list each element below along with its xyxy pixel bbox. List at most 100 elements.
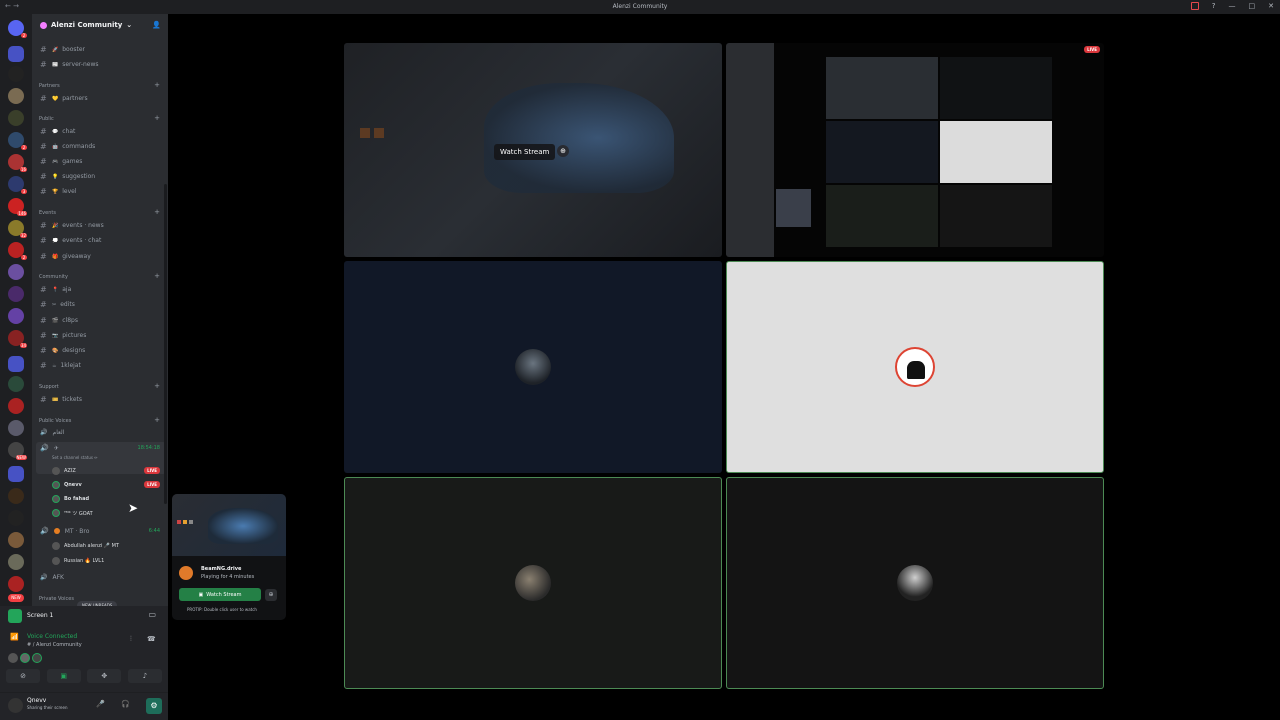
server-icon[interactable] xyxy=(8,554,24,570)
category-private-voices[interactable]: Private Voices xyxy=(39,596,74,602)
voice-user[interactable]: Bo fahad xyxy=(52,495,89,503)
server-folder-icon[interactable] xyxy=(8,356,24,372)
server-icon[interactable] xyxy=(8,420,24,436)
add-channel-icon[interactable]: + xyxy=(154,114,160,122)
channel-booster[interactable]: # 🚀 booster xyxy=(40,45,85,54)
voice-channel-general[interactable]: 🔊 العام xyxy=(40,429,64,436)
server-icon[interactable]: NEW xyxy=(8,442,27,460)
soundboard-button[interactable]: ♪ xyxy=(127,669,162,683)
voice-channel-afk[interactable]: 🔊 AFK xyxy=(40,574,64,581)
close-button[interactable]: ✕ xyxy=(1268,2,1274,10)
server-icon[interactable]: 34 xyxy=(8,330,27,348)
server-icon[interactable] xyxy=(8,532,24,548)
zoom-icon[interactable]: ⊕ xyxy=(265,589,277,601)
participant-tile-speaking[interactable] xyxy=(344,477,722,689)
server-icon[interactable]: 32 xyxy=(8,220,27,238)
server-icon[interactable]: 146 xyxy=(8,198,27,216)
participant-tile-speaking[interactable] xyxy=(726,261,1104,473)
maximize-button[interactable]: □ xyxy=(1249,2,1256,10)
category-community[interactable]: Community xyxy=(39,274,68,280)
camera-off-button[interactable]: ⊘ xyxy=(6,669,40,683)
voice-user[interactable]: Russian 🔥 LVL1 xyxy=(52,557,104,565)
noise-suppression-icon[interactable]: ⫶ xyxy=(130,635,132,644)
channel-scrollbar[interactable] xyxy=(164,184,167,504)
channel-games[interactable]: # 🎮 games xyxy=(40,157,82,166)
server-icon[interactable] xyxy=(8,488,24,504)
server-icon[interactable] xyxy=(8,510,24,526)
watch-stream-popup-button[interactable]: ▣ Watch Stream xyxy=(179,588,261,601)
channel-commands[interactable]: # 🤖 commands xyxy=(40,142,95,151)
channel-events-news[interactable]: # 🎉 events · news xyxy=(40,221,104,230)
voice-connected-sub[interactable]: # / Alenzi Community xyxy=(27,642,82,648)
voice-channel-mt-bro[interactable]: 🔊 MT · Bro xyxy=(40,527,89,535)
server-icon[interactable] xyxy=(8,110,24,126)
server-icon[interactable] xyxy=(8,376,24,392)
server-icon[interactable] xyxy=(8,286,24,302)
watch-stream-button[interactable]: Watch Stream xyxy=(494,144,556,160)
user-avatar[interactable] xyxy=(8,698,23,713)
channel-server-news[interactable]: # 📰 server-news xyxy=(40,60,99,69)
voice-user[interactable]: AZIZ xyxy=(52,467,76,475)
channel-aja[interactable]: # 📍 aja xyxy=(40,285,71,294)
category-support[interactable]: Support xyxy=(39,384,59,390)
server-icon[interactable]: 3 xyxy=(8,176,27,194)
voice-user[interactable]: Abdullah alenzi 🎤 MT xyxy=(52,542,119,550)
server-icon[interactable]: 2 xyxy=(8,242,27,260)
category-partners[interactable]: Partners xyxy=(39,83,60,89)
invite-people-icon[interactable]: 👤 xyxy=(152,21,161,29)
channel-cl8ps[interactable]: # 🎬 cl8ps xyxy=(40,316,78,325)
server-header[interactable]: Alenzi Community ⌄ 👤 xyxy=(32,14,168,36)
help-icon[interactable]: ? xyxy=(1212,2,1216,10)
channel-tickets[interactable]: # 🎫 tickets xyxy=(40,395,82,404)
channel-designs[interactable]: # 🎨 designs xyxy=(40,346,85,355)
channel-level[interactable]: # 🏆 level xyxy=(40,187,77,196)
channel-suggestion[interactable]: # 💡 suggestion xyxy=(40,172,95,181)
headphones-icon[interactable]: 🎧 xyxy=(121,700,130,708)
add-channel-icon[interactable]: + xyxy=(154,81,160,89)
stream-tile-qnevv[interactable]: LIVE xyxy=(726,43,1104,257)
minimize-button[interactable]: — xyxy=(1229,2,1236,10)
category-events[interactable]: Events xyxy=(39,210,56,216)
channel-giveaway[interactable]: # 🎁 giveaway xyxy=(40,252,91,261)
microphone-icon[interactable]: 🎤 xyxy=(96,700,105,708)
add-channel-icon[interactable]: + xyxy=(154,382,160,390)
server-icon[interactable] xyxy=(8,576,24,592)
voice-user[interactable]: Qnevv xyxy=(52,481,82,489)
screen-share-indicator-icon[interactable] xyxy=(1190,2,1199,10)
zoom-icon[interactable]: ⊕ xyxy=(557,145,569,157)
channel-pictures[interactable]: # 📷 pictures xyxy=(40,331,86,340)
stream-tile-aziz[interactable]: Watch Stream ⊕ xyxy=(344,43,722,257)
server-folder-icon[interactable] xyxy=(8,466,24,482)
channel-chat[interactable]: # 💬 chat xyxy=(40,127,75,136)
channel-1klejat[interactable]: # ☕ 1klejat xyxy=(40,361,81,370)
new-badge[interactable]: NEW xyxy=(8,594,24,602)
server-icon[interactable] xyxy=(8,88,24,104)
channel-events-chat[interactable]: # 💭 events · chat xyxy=(40,236,101,245)
screen-share-button[interactable]: ▣ xyxy=(46,669,81,683)
add-channel-icon[interactable]: + xyxy=(154,272,160,280)
twitch-server-icon[interactable] xyxy=(8,308,24,324)
server-icon[interactable]: 16 xyxy=(8,154,27,172)
stop-streaming-icon[interactable]: ▭ xyxy=(148,610,156,619)
settings-gear-icon[interactable]: ⚙ xyxy=(146,698,162,714)
participant-tile-speaking[interactable] xyxy=(726,477,1104,689)
participant-tile[interactable] xyxy=(344,261,722,473)
server-folder-icon[interactable] xyxy=(8,46,24,62)
add-channel-icon[interactable]: + xyxy=(154,208,160,216)
channel-partners[interactable]: # 💛 partners xyxy=(40,94,88,103)
add-channel-icon[interactable]: + xyxy=(154,416,160,424)
discord-home-icon[interactable]: 2 xyxy=(8,20,27,38)
set-channel-status[interactable]: Set a channel status ✏ xyxy=(52,455,98,460)
activities-button[interactable]: ✥ xyxy=(87,669,122,683)
server-icon[interactable] xyxy=(8,398,24,414)
server-icon[interactable] xyxy=(8,264,24,280)
channel-edits[interactable]: # ✂ edits xyxy=(40,300,75,309)
connection-signal-icon[interactable]: 📶 xyxy=(10,633,19,641)
disconnect-icon[interactable]: ☎ xyxy=(147,635,156,643)
voice-channel-active[interactable]: 🔊 ✈ xyxy=(40,444,59,452)
category-public-voices[interactable]: Public Voices xyxy=(39,418,71,424)
category-public[interactable]: Public xyxy=(39,116,54,122)
stream-thumbnail[interactable] xyxy=(172,494,286,556)
server-icon[interactable] xyxy=(8,66,24,82)
server-icon[interactable]: 2 xyxy=(8,132,27,150)
